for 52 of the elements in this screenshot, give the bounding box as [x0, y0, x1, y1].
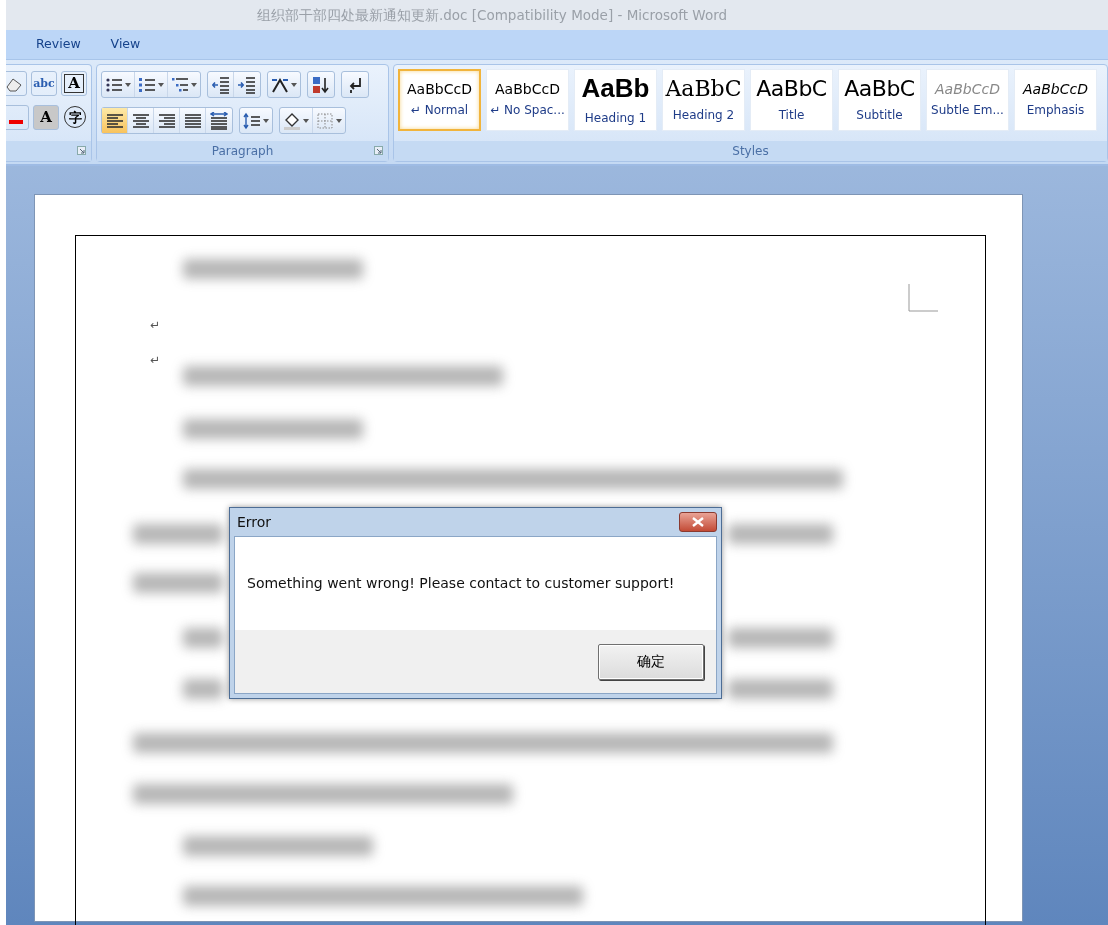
- style-option[interactable]: AaBbC Subtitle: [838, 69, 921, 131]
- close-button[interactable]: [679, 512, 717, 532]
- align-center-icon: [131, 111, 150, 130]
- decrease-indent-icon: [211, 75, 230, 94]
- format-button[interactable]: abc: [31, 71, 57, 96]
- align-left-button[interactable]: [102, 108, 128, 133]
- ribbon-tab[interactable]: View: [110, 35, 141, 54]
- blurred-text: [183, 679, 223, 699]
- distributed-icon: [210, 111, 228, 130]
- style-option[interactable]: AaBb Heading 1: [574, 69, 657, 131]
- dialog-title: Error: [237, 512, 272, 532]
- caret-icon: [303, 118, 309, 123]
- window-title: 组织部干部四处最新通知更新.doc [Compatibility Mode] - Microsoft Word: [256, 5, 728, 25]
- paragraph-mark: ↵: [150, 317, 161, 334]
- style-option[interactable]: AaBbCcD ↵ No Spac...: [486, 69, 569, 131]
- justify-icon: [183, 111, 202, 130]
- dialog-launcher-icon[interactable]: [77, 146, 86, 155]
- line-spacing-icon: [243, 111, 261, 130]
- multilevel-list-icon: [171, 75, 189, 94]
- increase-indent-icon: [238, 75, 256, 94]
- sort-icon: [312, 75, 330, 94]
- ok-button[interactable]: 确定: [598, 643, 704, 680]
- format-button[interactable]: [6, 105, 29, 130]
- style-option[interactable]: AaBbC Title: [750, 69, 833, 131]
- style-option[interactable]: AaBbCcD Subtle Em...: [926, 69, 1009, 131]
- caret-icon: [263, 118, 269, 123]
- paint-bucket-icon: [283, 111, 301, 130]
- align-left-icon: [105, 111, 124, 130]
- numbered-list-icon: [138, 75, 156, 94]
- ribbon-tab[interactable]: Review: [36, 35, 81, 54]
- paragraph-mark: ↵: [150, 352, 161, 369]
- caret-icon: [158, 82, 164, 87]
- blurred-text: [183, 628, 223, 648]
- style-option[interactable]: AaBbCcD ↵ Normal: [398, 69, 481, 131]
- caret-icon: [336, 118, 342, 123]
- group-label: Styles: [732, 143, 769, 160]
- caret-icon: [125, 82, 131, 87]
- borders-icon: [316, 111, 334, 130]
- format-button[interactable]: A: [33, 105, 59, 130]
- align-right-icon: [157, 111, 176, 130]
- style-option[interactable]: AaBbCcD Emphasis: [1014, 69, 1097, 131]
- dialog-launcher-icon[interactable]: [374, 146, 383, 155]
- format-button[interactable]: [6, 71, 27, 96]
- format-button[interactable]: A: [61, 71, 87, 96]
- group-label: Paragraph: [211, 143, 274, 160]
- close-icon: [692, 517, 704, 527]
- error-message: Something went wrong! Please contact to customer support!: [246, 574, 676, 593]
- margin-corner-mark: [908, 284, 938, 312]
- font-color-icon: [9, 119, 23, 124]
- caret-icon: [291, 82, 297, 87]
- style-option[interactable]: AaBbC Heading 2: [662, 69, 745, 131]
- caret-icon: [191, 82, 197, 87]
